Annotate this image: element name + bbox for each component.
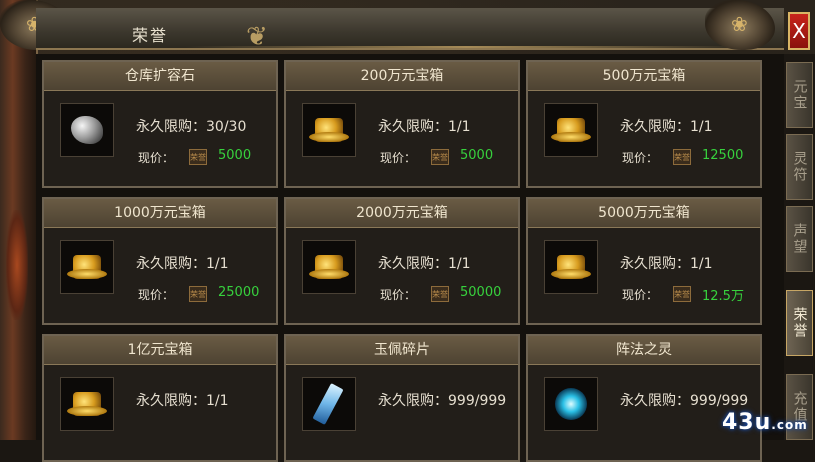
purchase-limit: 永久限购：1/1 — [378, 119, 471, 135]
price-value: 5000 — [218, 148, 252, 163]
title-divider — [186, 46, 746, 48]
item-name: 阵法之灵 — [528, 336, 760, 365]
item-icon-slot[interactable] — [60, 103, 114, 157]
price-label: 现价： — [138, 151, 175, 165]
honor-currency-icon: 荣誉 — [189, 149, 207, 165]
tab-rongyu[interactable]: 荣誉 — [786, 290, 813, 356]
spirit-orb-icon — [555, 388, 587, 420]
item-name: 仓库扩容石 — [44, 62, 276, 91]
shop-item-card[interactable]: 500万元宝箱 永久限购：1/1 现价： 荣誉 12500 — [526, 60, 762, 188]
shop-item-card[interactable]: 仓库扩容石 永久限购：30/30 现价： 荣誉 5000 — [42, 60, 278, 188]
side-tab-bar: 元宝 灵符 声望 荣誉 充值 — [784, 54, 815, 440]
treasure-chest-icon — [551, 255, 591, 279]
site-watermark: 43u.com — [722, 410, 808, 435]
price-label: 现价： — [380, 288, 417, 302]
item-icon-slot[interactable] — [60, 377, 114, 431]
item-name: 1000万元宝箱 — [44, 199, 276, 228]
item-icon-slot[interactable] — [302, 240, 356, 294]
honor-currency-icon: 荣誉 — [431, 286, 449, 302]
price-label: 现价： — [380, 151, 417, 165]
shop-grid: 仓库扩容石 永久限购：30/30 现价： 荣誉 5000 200万元宝箱 永久限… — [36, 54, 784, 462]
price-value: 12500 — [702, 148, 744, 163]
item-icon-slot[interactable] — [302, 377, 356, 431]
price-value: 12.5万 — [702, 289, 744, 304]
shop-item-card[interactable]: 200万元宝箱 永久限购：1/1 现价： 荣誉 5000 — [284, 60, 520, 188]
shop-item-card[interactable]: 1亿元宝箱 永久限购：1/1 — [42, 334, 278, 462]
purchase-limit: 永久限购：1/1 — [620, 256, 713, 272]
shop-item-card[interactable]: 2000万元宝箱 永久限购：1/1 现价： 荣誉 50000 — [284, 197, 520, 325]
left-ornament-pillar — [0, 0, 38, 440]
item-name: 500万元宝箱 — [528, 62, 760, 91]
price-label: 现价： — [138, 288, 175, 302]
honor-currency-icon: 荣誉 — [189, 286, 207, 302]
close-button[interactable]: X — [788, 12, 810, 50]
item-icon-slot[interactable] — [544, 377, 598, 431]
tab-lingfu[interactable]: 灵符 — [786, 134, 813, 200]
purchase-limit: 永久限购：30/30 — [136, 119, 247, 135]
treasure-chest-icon — [67, 255, 107, 279]
honor-currency-icon: 荣誉 — [431, 149, 449, 165]
stone-icon — [71, 116, 103, 144]
item-icon-slot[interactable] — [544, 240, 598, 294]
item-icon-slot[interactable] — [60, 240, 114, 294]
tab-yuanbao[interactable]: 元宝 — [786, 62, 813, 128]
treasure-chest-icon — [309, 255, 349, 279]
purchase-limit: 永久限购：999/999 — [620, 393, 749, 409]
treasure-chest-icon — [67, 392, 107, 416]
purchase-limit: 永久限购：1/1 — [136, 393, 229, 409]
tab-shengwang[interactable]: 声望 — [786, 206, 813, 272]
purchase-limit: 永久限购：999/999 — [378, 393, 507, 409]
purchase-limit: 永久限购：1/1 — [378, 256, 471, 272]
purchase-limit: 永久限购：1/1 — [620, 119, 713, 135]
item-name: 200万元宝箱 — [286, 62, 518, 91]
price-label: 现价： — [622, 151, 659, 165]
price-value: 50000 — [460, 285, 502, 300]
shop-item-card[interactable]: 玉佩碎片 永久限购：999/999 — [284, 334, 520, 462]
title-bar: 荣誉 ❦ — [36, 8, 784, 52]
shop-item-card[interactable]: 1000万元宝箱 永久限购：1/1 现价： 荣誉 25000 — [42, 197, 278, 325]
item-name: 玉佩碎片 — [286, 336, 518, 365]
treasure-chest-icon — [309, 118, 349, 142]
shop-item-card[interactable]: 5000万元宝箱 永久限购：1/1 现价： 荣誉 12.5万 — [526, 197, 762, 325]
jade-shard-icon — [312, 383, 344, 425]
price-value: 25000 — [218, 285, 260, 300]
treasure-chest-icon — [551, 118, 591, 142]
item-name: 5000万元宝箱 — [528, 199, 760, 228]
item-icon-slot[interactable] — [544, 103, 598, 157]
shop-item-card[interactable]: 阵法之灵 永久限购：999/999 — [526, 334, 762, 462]
game-window: ❀ 荣誉 ❦ ❀ X 仓库扩容石 永久限购：30/30 现价： 荣誉 5000 … — [0, 0, 815, 462]
honor-currency-icon: 荣誉 — [673, 286, 691, 302]
price-label: 现价： — [622, 288, 659, 302]
item-name: 2000万元宝箱 — [286, 199, 518, 228]
item-icon-slot[interactable] — [302, 103, 356, 157]
purchase-limit: 永久限购：1/1 — [136, 256, 229, 272]
honor-currency-icon: 荣誉 — [673, 149, 691, 165]
price-value: 5000 — [460, 148, 494, 163]
window-title: 荣誉 — [132, 26, 169, 45]
item-name: 1亿元宝箱 — [44, 336, 276, 365]
